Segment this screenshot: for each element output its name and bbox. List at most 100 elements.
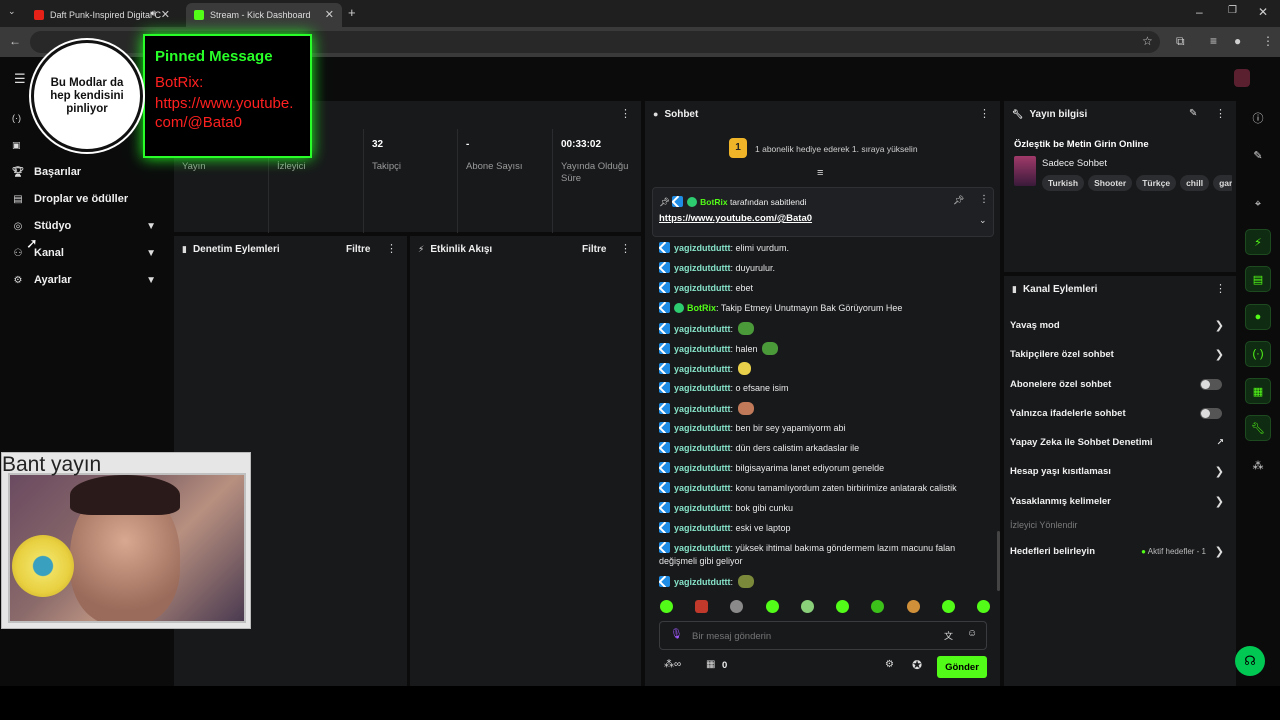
mic-icon[interactable]: 🎙︎: [670, 629, 683, 640]
lightning-icon[interactable]: ⚡︎: [1245, 229, 1271, 255]
send-button[interactable]: Gönder: [937, 656, 987, 678]
media-icon[interactable]: ≡: [1210, 34, 1217, 48]
chat-username[interactable]: yagizdutduttt: [674, 543, 731, 553]
back-icon[interactable]: ←: [9, 34, 21, 48]
extensions-icon[interactable]: ⧉: [1176, 34, 1185, 49]
bookmark-star-icon[interactable]: ☆: [1142, 34, 1153, 48]
tag[interactable]: Türkçe: [1136, 175, 1177, 191]
support-headset-icon[interactable]: ☊: [1235, 646, 1265, 676]
info-icon[interactable]: ⓘ: [1245, 105, 1271, 131]
kebab-menu-icon[interactable]: ⋮: [386, 242, 397, 255]
chat-filter-icon[interactable]: ≡: [817, 167, 823, 179]
filter-button[interactable]: Filtre: [346, 236, 370, 262]
browser-tab-kick[interactable]: Stream - Kick Dashboard ✕: [186, 3, 342, 27]
chevron-down-icon[interactable]: ⌄: [979, 215, 987, 226]
tag[interactable]: gar: [1213, 175, 1232, 191]
tag[interactable]: Turkish: [1042, 175, 1085, 191]
followers-only-row[interactable]: Takipçilere özel sohbet ❯: [1010, 343, 1230, 365]
tab-search-icon[interactable]: ⌄: [8, 6, 16, 17]
chat-message-input[interactable]: [692, 628, 922, 644]
emote-icon[interactable]: [800, 600, 814, 613]
sidebar-item-achievements[interactable]: 🏆︎ Başarılar: [10, 161, 162, 183]
chat-bubble-icon[interactable]: ●: [1245, 304, 1271, 330]
emote-icon[interactable]: [836, 600, 850, 613]
category-thumbnail[interactable]: [1014, 156, 1036, 186]
chat-username[interactable]: yagizdutduttt: [674, 324, 731, 334]
tag[interactable]: chill: [1180, 175, 1210, 191]
chat-username[interactable]: yagizdutduttt: [674, 364, 731, 374]
chat-scrollbar[interactable]: [997, 531, 1000, 591]
emoji-picker-icon[interactable]: ☺: [967, 628, 977, 639]
emote-icon[interactable]: [765, 600, 779, 613]
emote-icon[interactable]: [730, 600, 744, 613]
emote-icon[interactable]: [906, 600, 920, 613]
pinned-by-user[interactable]: BotRix: [700, 197, 727, 207]
chat-username[interactable]: yagizdutduttt: [674, 243, 731, 253]
new-tab-icon[interactable]: +: [348, 5, 356, 20]
chrome-menu-icon[interactable]: ⋮: [1262, 34, 1274, 48]
chat-username[interactable]: BotRix: [687, 303, 716, 313]
chat-username[interactable]: yagizdutduttt: [674, 283, 731, 293]
banned-words-row[interactable]: Yasaklanmış kelimeler ❯: [1010, 490, 1230, 512]
chat-username[interactable]: yagizdutduttt: [674, 577, 731, 587]
chat-username[interactable]: yagizdutduttt: [674, 404, 731, 414]
chat-username[interactable]: yagizdutduttt: [674, 344, 731, 354]
sidebar-item-drops[interactable]: ▤ Droplar ve ödüller: [10, 188, 162, 210]
account-age-row[interactable]: Hesap yaşı kısıtlaması ❯: [1010, 460, 1230, 482]
document-icon[interactable]: ▤: [1245, 266, 1271, 292]
audio-icon[interactable]: 🔊︎: [150, 8, 156, 19]
chat-username[interactable]: yagizdutduttt: [674, 443, 731, 453]
broadcast-icon[interactable]: (·): [1245, 341, 1271, 367]
close-window-icon[interactable]: ✕: [1258, 5, 1268, 19]
hamburger-menu-icon[interactable]: ☰: [14, 71, 26, 87]
chat-username[interactable]: yagizdutduttt: [674, 483, 731, 493]
stats-icon[interactable]: ▣: [12, 140, 21, 151]
filter-button[interactable]: Filtre: [582, 236, 606, 262]
kebab-menu-icon[interactable]: ⋮: [620, 107, 631, 120]
close-tab-icon[interactable]: ✕: [161, 8, 170, 21]
tag[interactable]: Shooter: [1088, 175, 1133, 191]
wrench-icon[interactable]: 🔧︎: [1245, 415, 1271, 441]
profile-avatar-icon[interactable]: ●: [1234, 34, 1241, 48]
chat-username[interactable]: yagizdutduttt: [674, 423, 731, 433]
chat-username[interactable]: yagizdutduttt: [674, 463, 731, 473]
ai-moderation-row[interactable]: Yapay Zeka ile Sohbet Denetimi ↗: [1010, 431, 1230, 453]
sidebar-item-settings[interactable]: ⚙ Ayarlar ▼: [10, 269, 162, 291]
chat-username[interactable]: yagizdutduttt: [674, 523, 731, 533]
chat-username[interactable]: yagizdutduttt: [674, 503, 731, 513]
goals-row[interactable]: Hedefleri belirleyin ● Aktif hedefler - …: [1010, 540, 1230, 562]
stream-category[interactable]: Sadece Sohbet: [1042, 158, 1107, 169]
layout-icon[interactable]: ▦: [1245, 378, 1271, 404]
kebab-menu-icon[interactable]: ⋮: [979, 107, 990, 120]
browser-tab-youtube[interactable]: Daft Punk-Inspired Digital C 🔊︎ ✕: [26, 3, 178, 27]
translate-icon[interactable]: 文: [944, 629, 953, 642]
kebab-menu-icon[interactable]: ⋮: [1215, 107, 1226, 120]
kebab-menu-icon[interactable]: ⋮: [979, 194, 989, 205]
emote-icon[interactable]: [660, 600, 673, 613]
gift-leaderboard-text[interactable]: 1 abonelik hediye ederek 1. sıraya yükse…: [755, 144, 918, 154]
focus-icon[interactable]: ⌖: [1245, 191, 1271, 217]
emote-icon[interactable]: [941, 600, 955, 613]
moderator-shield-icon[interactable]: ✪: [912, 658, 922, 672]
community-icon[interactable]: ⁂∞: [664, 659, 681, 670]
edit-icon[interactable]: ✎: [1245, 142, 1271, 168]
community-icon[interactable]: ⁂: [1245, 452, 1271, 478]
emote-icon[interactable]: [871, 600, 885, 613]
user-avatar[interactable]: [1234, 69, 1250, 87]
live-icon[interactable]: (·): [12, 113, 21, 123]
emotes-only-toggle[interactable]: [1200, 407, 1222, 419]
chat-settings-gear-icon[interactable]: ⚙: [885, 659, 894, 670]
edit-pencil-icon[interactable]: ✎: [1189, 108, 1197, 119]
store-icon[interactable]: ▦: [706, 659, 715, 670]
chat-input-box[interactable]: 🎙︎ 文 ☺: [659, 621, 987, 650]
pinned-link[interactable]: https://www.youtube.com/@Bata0: [659, 213, 812, 224]
restore-icon[interactable]: ❐: [1228, 5, 1237, 16]
emote-icon[interactable]: [695, 600, 709, 613]
close-tab-icon[interactable]: ✕: [325, 8, 334, 21]
minimize-icon[interactable]: –: [1196, 5, 1203, 19]
unpin-icon[interactable]: 📌︎: [953, 195, 964, 206]
chat-username[interactable]: yagizdutduttt: [674, 383, 731, 393]
chat-username[interactable]: yagizdutduttt: [674, 263, 731, 273]
sidebar-item-studio[interactable]: ◎ Stüdyo ▼: [10, 215, 162, 237]
slow-mode-row[interactable]: Yavaş mod ❯: [1010, 314, 1230, 336]
